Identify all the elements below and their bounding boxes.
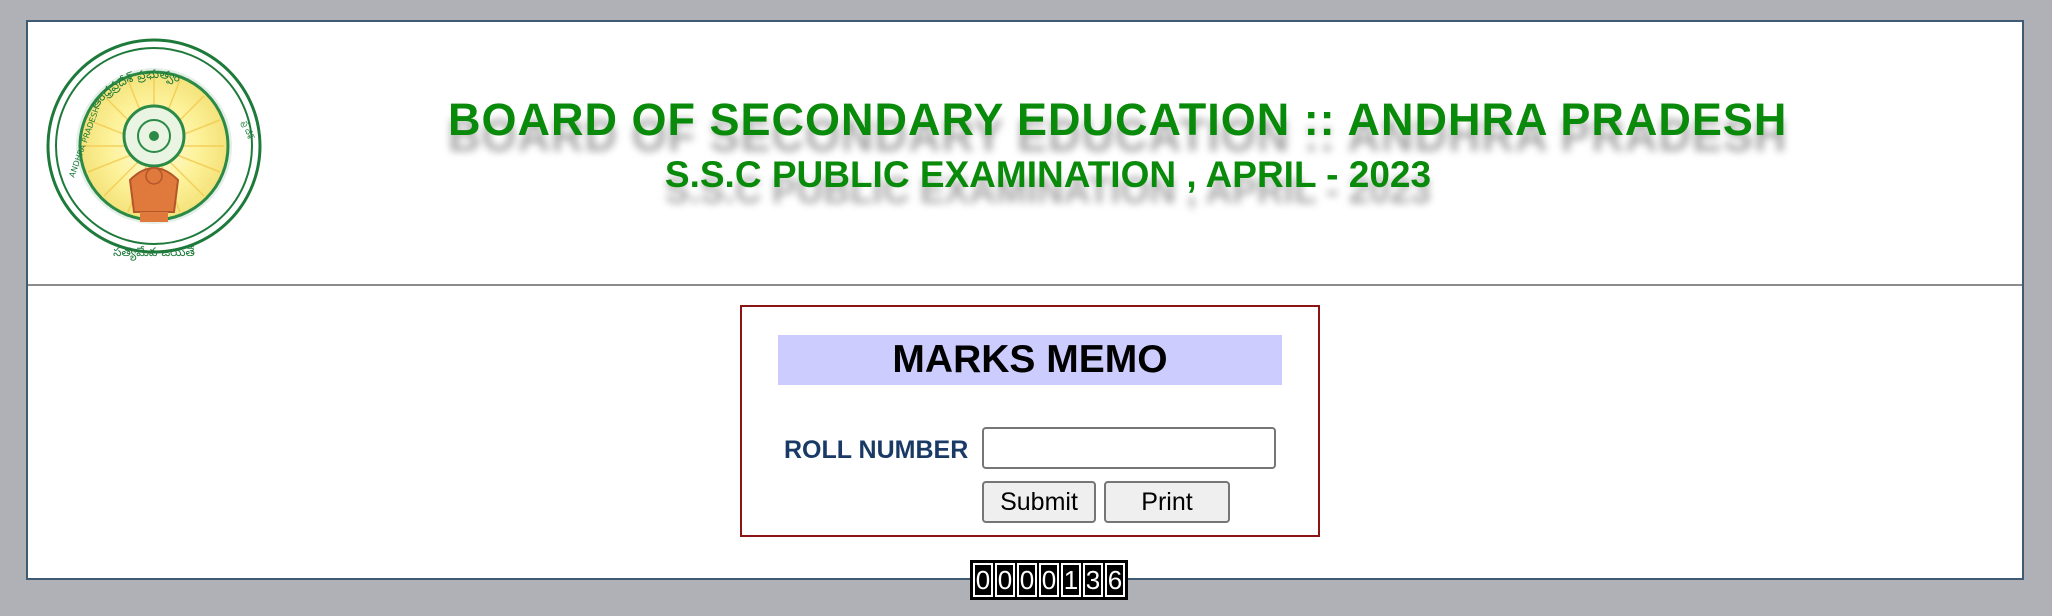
counter-digit: 0 [973,563,993,597]
emblem-bottom-text: సత్యమేవ జయతే [113,245,195,261]
counter-digit: 0 [1017,563,1037,597]
counter-digit: 1 [1061,563,1081,597]
counter-digit: 0 [1039,563,1059,597]
submit-button[interactable]: Submit [982,481,1096,523]
marks-memo-heading: MARKS MEMO [778,335,1282,385]
ap-government-emblem-icon: ఆంధ్రప్రదేశ్ ప్రభుత్వం సత్యమేవ జయతే ANDH… [46,38,262,261]
exam-title: S.S.C PUBLIC EXAMINATION , APRIL - 2023 [664,154,1432,195]
marks-memo-form: MARKS MEMO ROLL NUMBER Submit Print [740,305,1320,537]
roll-number-input[interactable] [982,427,1276,469]
header-titles: BOARD OF SECONDARY EDUCATION :: ANDHRA P… [448,94,1788,200]
print-button[interactable]: Print [1104,481,1230,523]
page-frame: ఆంధ్రప్రదేశ్ ప్రభుత్వం సత్యమేవ జయతే ANDH… [26,20,2024,600]
counter-digit: 3 [1083,563,1103,597]
board-title: BOARD OF SECONDARY EDUCATION :: ANDHRA P… [448,94,1788,145]
roll-number-label: ROLL NUMBER [784,436,969,464]
visitor-counter: 0 0 0 0 1 3 6 [970,560,1128,600]
header-banner: ఆంధ్రప్రదేశ్ ప్రభుత్వం సత్యమేవ జయతే ANDH… [28,22,2022,286]
counter-digit: 0 [995,563,1015,597]
counter-digit: 6 [1105,563,1125,597]
